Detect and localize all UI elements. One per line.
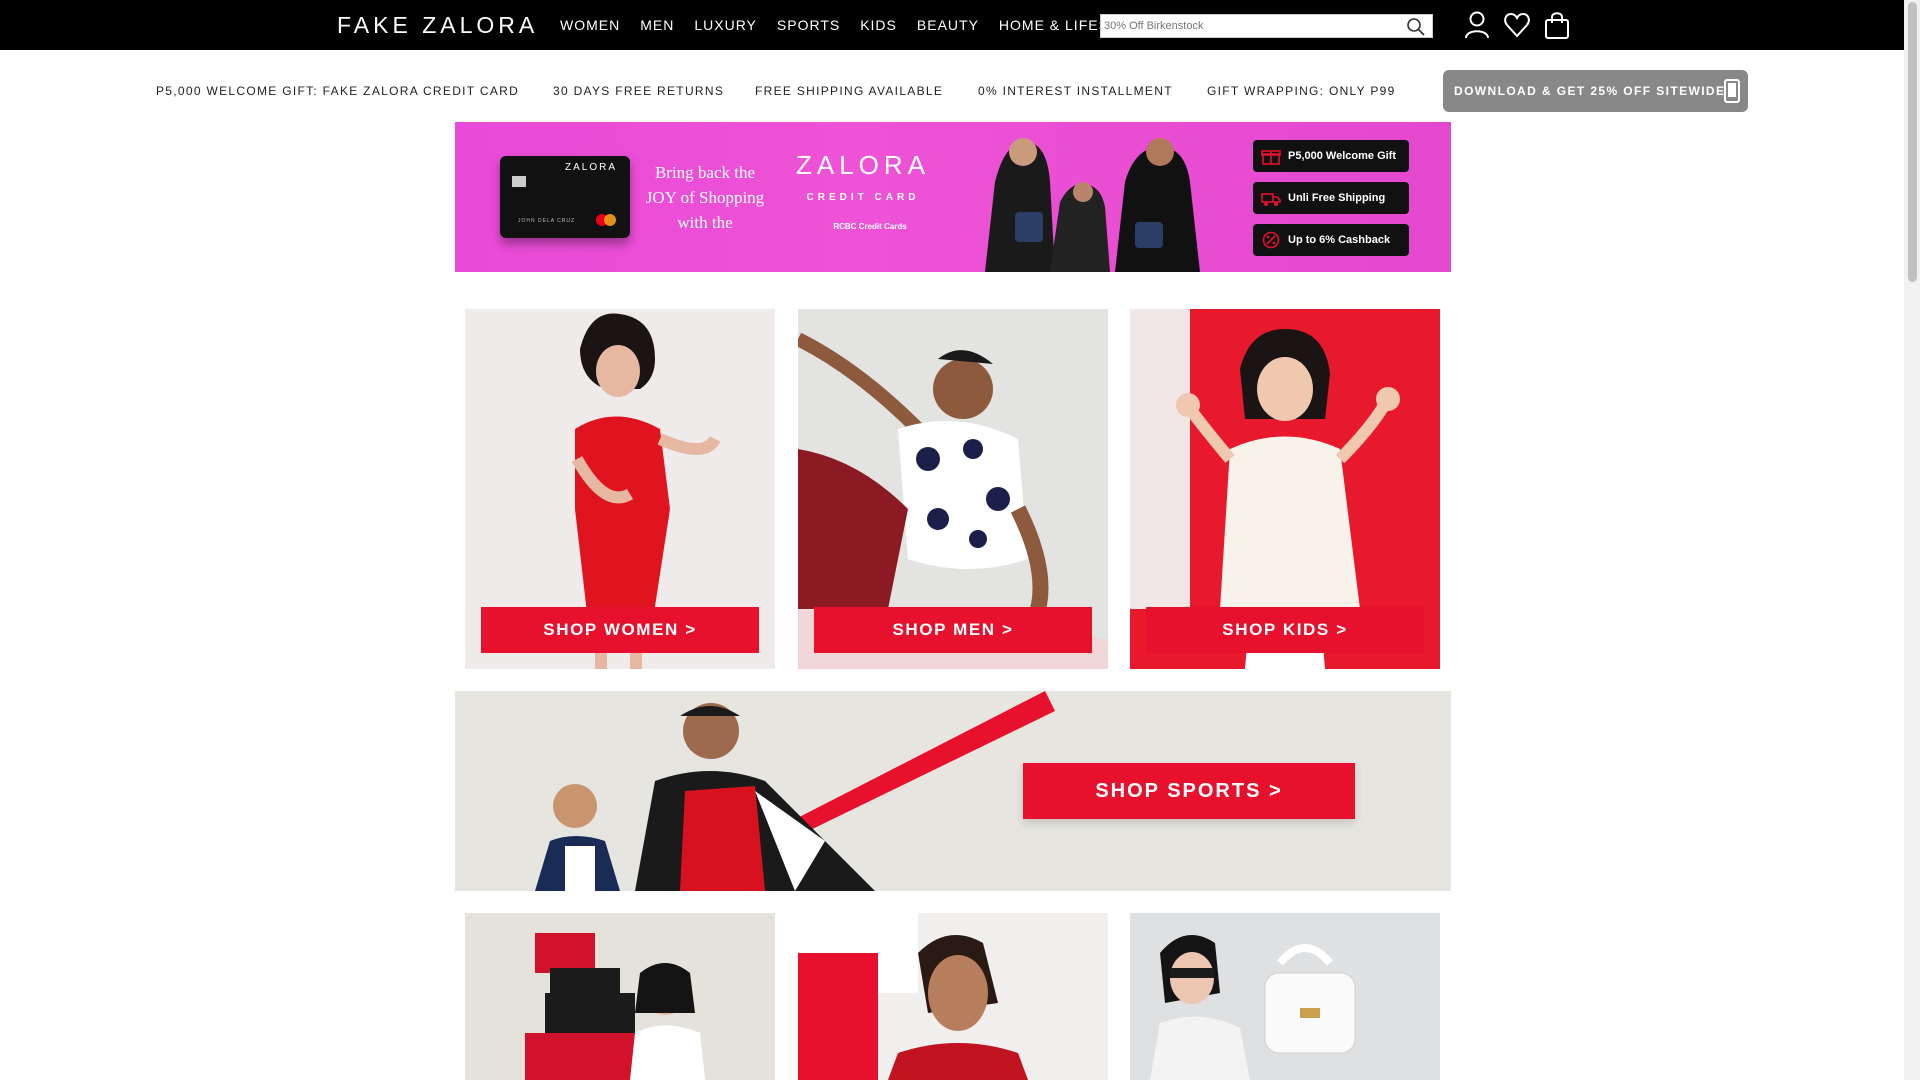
usp-gift-wrapping[interactable]: GIFT WRAPPING: ONLY P99	[1207, 84, 1396, 98]
nav-link-women[interactable]: WOMEN	[560, 17, 620, 33]
tile-luxury[interactable]	[1130, 913, 1440, 1080]
tile-women[interactable]: SHOP WOMEN >	[465, 309, 775, 669]
nav-link-kids[interactable]: KIDS	[860, 17, 897, 33]
search-input[interactable]	[1101, 15, 1401, 37]
tile-kids[interactable]: SHOP KIDS >	[1130, 309, 1440, 669]
perk-cashback: Up to 6% Cashback	[1253, 224, 1409, 256]
nav-link-luxury[interactable]: LUXURY	[694, 17, 757, 33]
perk-label: Unli Free Shipping	[1288, 192, 1386, 204]
nav-link-beauty[interactable]: BEAUTY	[917, 17, 979, 33]
shop-kids-button[interactable]: SHOP KIDS >	[1146, 607, 1424, 653]
usp-welcome-gift[interactable]: P5,000 WELCOME GIFT: FAKE ZALORA CREDIT …	[156, 84, 519, 98]
cashback-icon	[1262, 231, 1280, 249]
tile-gifts[interactable]	[465, 913, 775, 1080]
card-brand: ZALORA	[565, 162, 618, 173]
usp-free-shipping[interactable]: FREE SHIPPING AVAILABLE	[755, 84, 943, 98]
search-icon[interactable]	[1406, 17, 1426, 37]
category-nav: WOMEN MEN LUXURY SPORTS KIDS BEAUTY HOME…	[560, 0, 1168, 50]
tile-beauty[interactable]	[798, 913, 1108, 1080]
card-holder-name: JOHN DELA CRUZ	[518, 218, 576, 224]
site-logo[interactable]: FAKE ZALORA	[337, 12, 538, 39]
card-chip	[512, 176, 526, 187]
hero-tagline: Bring back the JOY of Shopping with the	[645, 163, 765, 232]
nav-link-sports[interactable]: SPORTS	[777, 17, 840, 33]
top-navigation: FAKE ZALORA WOMEN MEN LUXURY SPORTS KIDS…	[0, 0, 1904, 50]
bag-icon[interactable]	[1543, 10, 1571, 40]
usp-installment[interactable]: 0% INTEREST INSTALLMENT	[978, 84, 1173, 98]
perk-welcome-gift: P5,000 Welcome Gift	[1253, 140, 1409, 172]
search-box	[1100, 14, 1433, 38]
hero-models-image	[985, 138, 1200, 272]
perk-label: Up to 6% Cashback	[1288, 234, 1391, 246]
credit-card-hero-banner[interactable]: ZALORA JOHN DELA CRUZ Bring back the JOY…	[455, 122, 1451, 272]
page-scrollbar[interactable]	[1904, 0, 1920, 1080]
tile-sports[interactable]: SHOP SPORTS >	[455, 691, 1451, 891]
hero-subtitle: CREDIT CARD	[806, 192, 920, 203]
perk-list: P5,000 Welcome Gift Unli Free Shipping U…	[1253, 140, 1409, 266]
download-app-button[interactable]: DOWNLOAD & GET 25% OFF SITEWIDE	[1443, 70, 1748, 112]
perk-free-shipping: Unli Free Shipping	[1253, 182, 1409, 214]
beauty-model-image	[798, 913, 1108, 1080]
heart-icon[interactable]	[1503, 10, 1531, 40]
nav-link-men[interactable]: MEN	[640, 17, 674, 33]
tile-men[interactable]: SHOP MEN >	[798, 309, 1108, 669]
credit-card-image: ZALORA JOHN DELA CRUZ	[500, 156, 630, 238]
shop-men-button[interactable]: SHOP MEN >	[814, 607, 1092, 653]
shop-sports-button[interactable]: SHOP SPORTS >	[1023, 763, 1355, 819]
usp-free-returns[interactable]: 30 DAYS FREE RETURNS	[553, 84, 724, 98]
account-icon[interactable]	[1463, 10, 1491, 40]
gift-icon	[1261, 150, 1281, 165]
scrollbar-thumb[interactable]	[1908, 2, 1917, 282]
luxury-model-image	[1130, 913, 1440, 1080]
perk-label: P5,000 Welcome Gift	[1288, 150, 1397, 162]
shop-women-button[interactable]: SHOP WOMEN >	[481, 607, 759, 653]
hero-bank-logo: RCBC Credit Cards	[833, 222, 907, 231]
phone-icon	[1724, 79, 1740, 103]
hero-brand-title: ZALORA	[795, 150, 931, 180]
mastercard-logo-overlap	[604, 214, 616, 226]
truck-icon	[1261, 193, 1281, 206]
download-app-label: DOWNLOAD & GET 25% OFF SITEWIDE	[1454, 84, 1726, 98]
gifts-model-image	[465, 913, 775, 1080]
